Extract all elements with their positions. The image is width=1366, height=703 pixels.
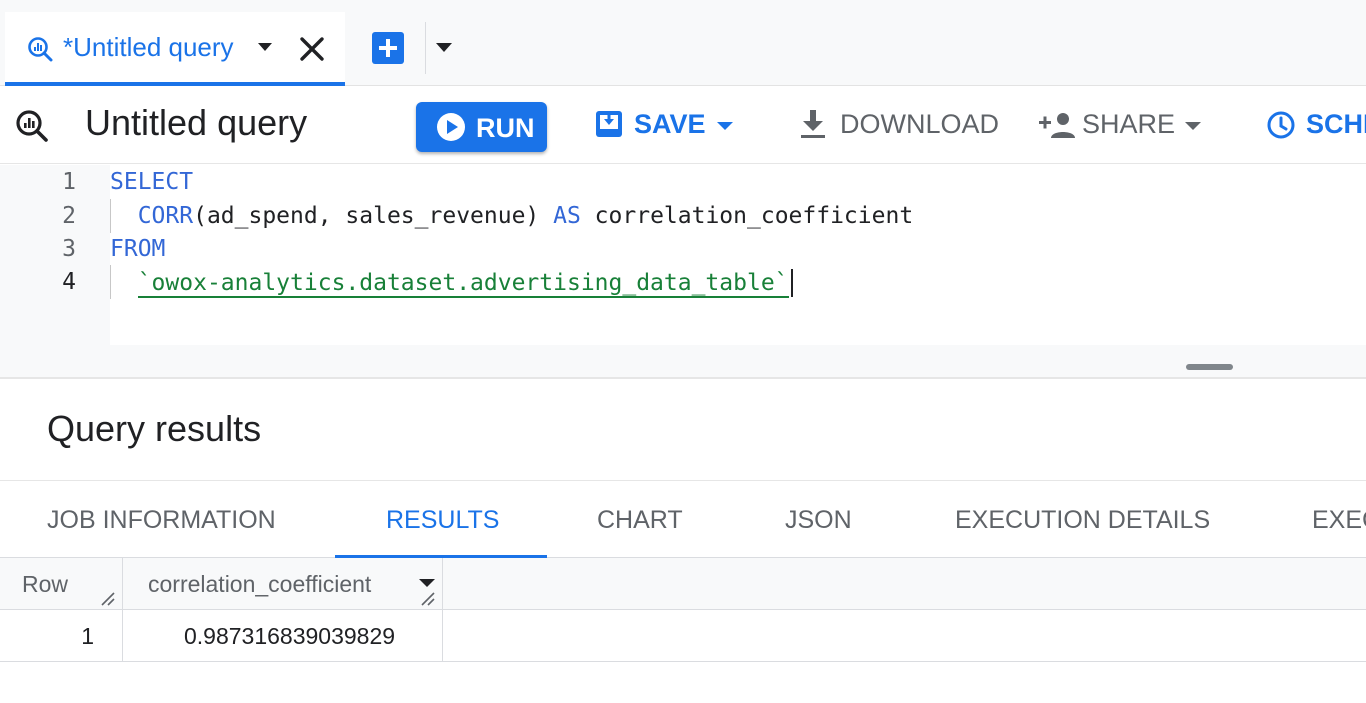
save-icon (596, 111, 622, 137)
tab-label: EXEC (1312, 506, 1366, 534)
column-resize-icon[interactable] (100, 592, 116, 606)
indent-guide (110, 265, 111, 299)
caret-down-icon[interactable] (257, 42, 273, 52)
editor-pane[interactable] (110, 165, 1366, 345)
cell-value: 0.987316839039829 (184, 623, 396, 649)
column-header-row[interactable]: Row (0, 558, 123, 610)
cell-value: 1 (81, 623, 94, 649)
line-number: 2 (62, 203, 76, 229)
tab-menu-caret-icon[interactable] (434, 42, 454, 54)
query-icon (16, 110, 48, 142)
tab-results[interactable]: RESULTS (335, 481, 547, 559)
column-label: correlation_coefficient (148, 571, 372, 597)
query-title[interactable]: Untitled query (85, 102, 307, 144)
sql-keyword: FROM (110, 236, 166, 262)
code-text: correlation_coefficient (580, 203, 914, 229)
tab-label: RESULTS (386, 506, 500, 534)
resize-handle[interactable] (1186, 364, 1233, 370)
row-number-cell: 1 (0, 610, 123, 662)
tab-chart[interactable]: CHART (597, 481, 697, 559)
tab-divider (425, 22, 426, 74)
run-label: RUN (476, 113, 535, 143)
line-number: 3 (62, 236, 76, 262)
text-cursor (790, 269, 793, 297)
sql-keyword: AS (553, 203, 581, 229)
sql-editor[interactable]: 1 SELECT 2 CORR(ad_spend, sales_revenue)… (0, 165, 1366, 377)
tab-label: JSON (785, 506, 852, 534)
query-search-icon (28, 37, 53, 62)
tab-label: EXECUTION DETAILS (955, 506, 1211, 534)
tab-execution-graph[interactable]: EXEC (1312, 481, 1366, 559)
table-reference: `owox-analytics.dataset.advertising_data… (137, 269, 789, 298)
sort-caret-down-icon[interactable] (418, 578, 436, 588)
tab-untitled-query[interactable]: *Untitled query (5, 12, 345, 86)
correlation-coefficient-cell[interactable]: 0.987316839039829 (123, 610, 443, 662)
tab-execution-details[interactable]: EXECUTION DETAILS (955, 481, 1220, 559)
add-person-icon (1039, 113, 1075, 138)
tab-strip: *Untitled query (0, 0, 1366, 86)
code-line-2[interactable]: CORR(ad_spend, sales_revenue) AS correla… (110, 203, 913, 229)
run-button[interactable]: RUN (416, 102, 547, 152)
tab-label: CHART (597, 506, 683, 534)
line-number: 4 (62, 269, 76, 295)
code-line-4[interactable]: `owox-analytics.dataset.advertising_data… (110, 269, 793, 298)
code-text: (ad_spend, sales_revenue) (193, 203, 554, 229)
results-tabs: JOB INFORMATION RESULTS CHART JSON EXECU… (0, 480, 1366, 559)
close-icon[interactable] (295, 32, 329, 66)
tab-job-information[interactable]: JOB INFORMATION (47, 481, 287, 559)
sql-function: CORR (137, 203, 194, 229)
share-label: SHARE (1082, 109, 1176, 139)
caret-down-icon (717, 122, 733, 130)
tab-json[interactable]: JSON (785, 481, 865, 559)
clock-icon (1267, 111, 1295, 139)
column-label: Row (22, 571, 69, 597)
line-number: 1 (62, 169, 76, 195)
divider (0, 377, 1366, 379)
save-label: SAVE (634, 109, 706, 139)
indent-guide (110, 199, 111, 233)
schedule-label: SCHE (1306, 109, 1366, 139)
sql-keyword: SELECT (110, 169, 194, 195)
download-label: DOWNLOAD (840, 109, 1000, 139)
results-heading: Query results (47, 408, 262, 449)
code-line-3[interactable]: FROM (110, 236, 165, 262)
query-toolbar: Untitled query RUN SAVE DOWNLOAD SHARE S… (0, 86, 1366, 164)
tab-label: JOB INFORMATION (47, 506, 276, 534)
download-icon (801, 110, 825, 138)
column-header-correlation-coefficient[interactable]: correlation_coefficient (123, 558, 443, 610)
code-line-1[interactable]: SELECT (110, 169, 193, 195)
tab-title: *Untitled query (63, 32, 234, 62)
column-resize-icon[interactable] (420, 592, 436, 606)
play-icon (437, 113, 465, 141)
add-tab-icon[interactable] (372, 32, 404, 64)
caret-down-icon (1185, 122, 1201, 130)
table-header: Row correlation_coefficient (0, 558, 1366, 610)
table-row[interactable]: 1 0.987316839039829 (0, 610, 1366, 662)
